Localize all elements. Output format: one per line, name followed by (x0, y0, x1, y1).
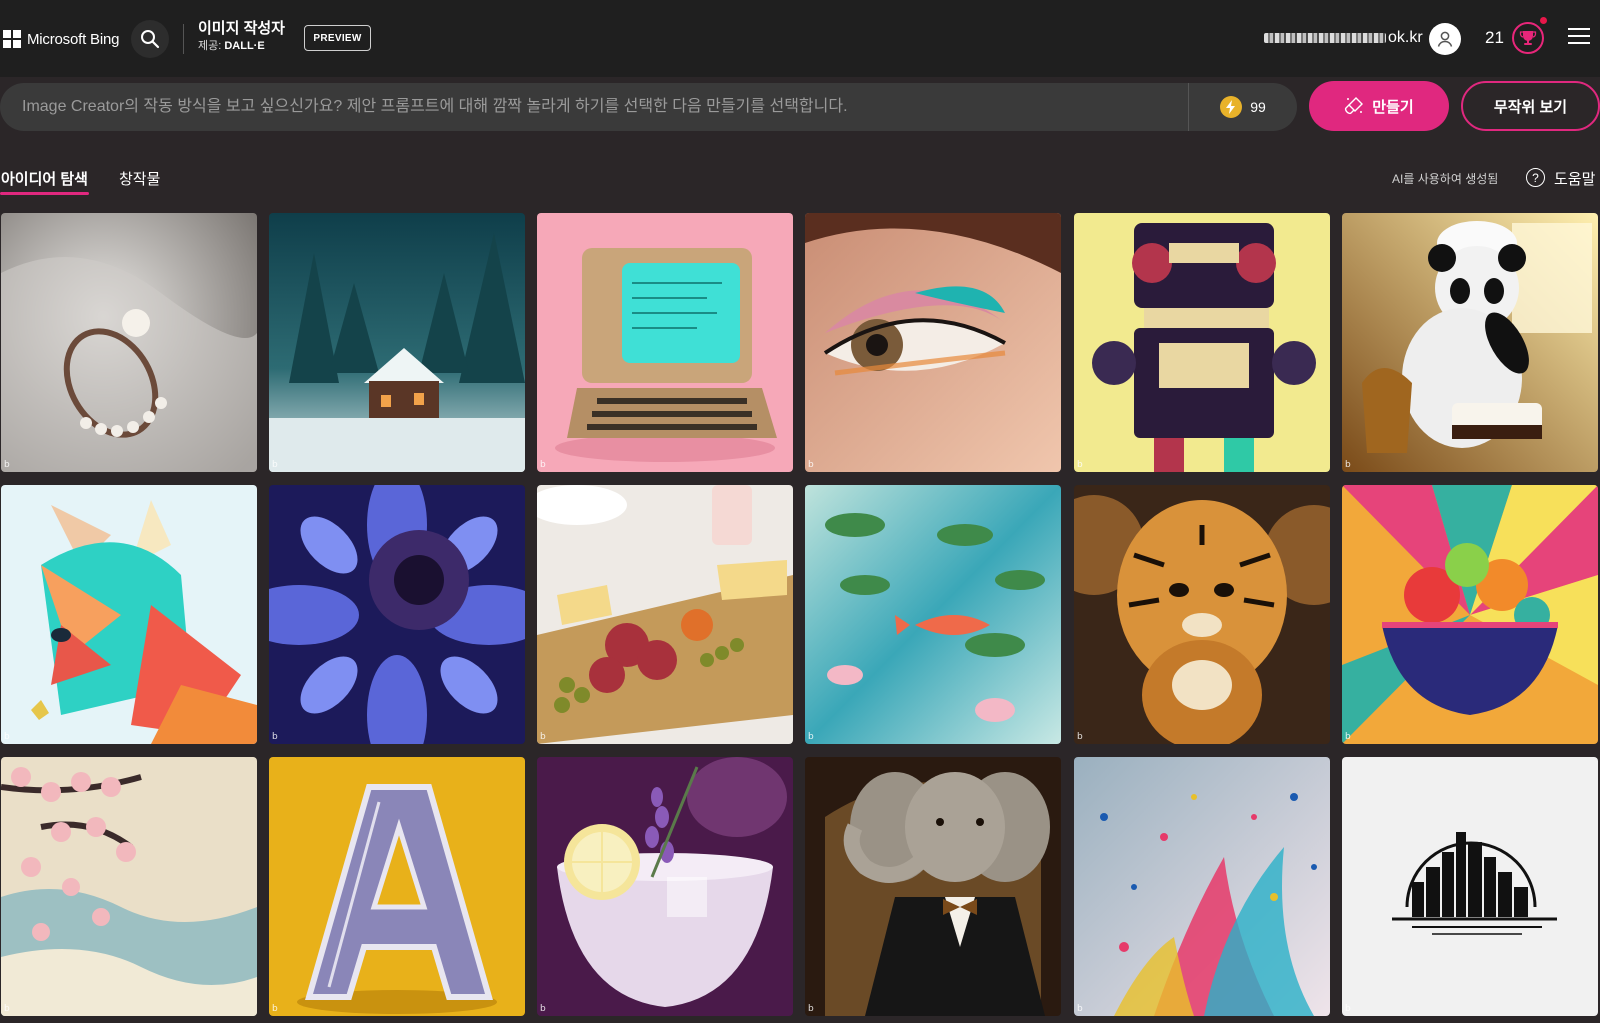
tab-explore-ideas[interactable]: 아이디어 탐색 (1, 168, 88, 189)
bing-watermark: b (4, 732, 10, 742)
bing-watermark: b (272, 732, 278, 742)
image-tile-skyline-logo[interactable]: b (1342, 757, 1598, 1016)
app-title: 이미지 작성자 (198, 20, 285, 37)
image-tile-eye-makeup[interactable]: b (805, 213, 1061, 472)
help-icon[interactable]: ? (1526, 168, 1545, 187)
create-button[interactable]: 만들기 (1309, 81, 1449, 131)
boost-lightning-icon (1220, 96, 1243, 118)
brand-name: Microsoft Bing (27, 30, 120, 48)
image-tile-pearl-ring[interactable]: b (1, 213, 257, 472)
bing-watermark: b (808, 732, 814, 742)
bing-watermark: b (540, 460, 546, 470)
image-tile-fruit-bowl[interactable]: b (1342, 485, 1598, 744)
app-title-block[interactable]: 이미지 작성자 제공: DALL·E (198, 20, 285, 54)
bing-watermark: b (540, 1004, 546, 1014)
user-email[interactable]: ok.kr (1264, 29, 1423, 47)
search-icon (141, 30, 160, 49)
boost-count: 99 (1250, 99, 1266, 115)
bing-watermark: b (808, 1004, 814, 1014)
magic-brush-icon (1345, 97, 1364, 115)
bing-watermark: b (272, 460, 278, 470)
active-tab-indicator (0, 192, 89, 195)
rewards-button[interactable] (1512, 22, 1544, 54)
bing-watermark: b (1345, 732, 1351, 742)
image-tile-snow-cabin[interactable]: b (269, 213, 525, 472)
surprise-me-button[interactable]: 무작위 보기 (1461, 81, 1600, 131)
person-icon (1437, 31, 1453, 47)
image-tile-koi-pond[interactable]: b (805, 485, 1061, 744)
microsoft-logo-icon (3, 30, 21, 48)
image-grid: b b b b b b b b b b b b b b b b b b (0, 0, 1600, 1023)
image-tile-cherry-blossom[interactable]: b (1, 757, 257, 1016)
create-button-label: 만들기 (1372, 98, 1414, 116)
hamburger-menu-icon[interactable] (1568, 28, 1590, 48)
avatar[interactable] (1429, 23, 1461, 55)
prompt-input[interactable] (0, 83, 1188, 131)
bing-watermark: b (808, 460, 814, 470)
image-tile-tiger-figures[interactable]: b (1074, 485, 1330, 744)
image-tile-chrome-letter-a[interactable]: b (269, 757, 525, 1016)
trophy-icon (1519, 31, 1537, 45)
bing-watermark: b (1077, 732, 1083, 742)
bing-watermark: b (540, 732, 546, 742)
bing-brand-link[interactable]: Microsoft Bing (3, 29, 119, 49)
bing-watermark: b (1077, 460, 1083, 470)
image-tile-elephant-suit[interactable]: b (805, 757, 1061, 1016)
image-tile-lavender-cocktail[interactable]: b (537, 757, 793, 1016)
redacted-email-mask (1264, 33, 1386, 43)
help-link[interactable]: 도움말 (1554, 168, 1595, 189)
prompt-bar: 99 (0, 83, 1297, 131)
image-tile-panda-chef[interactable]: b (1342, 213, 1598, 472)
header-divider (183, 24, 184, 54)
ai-generated-note: AI를 사용하여 생성됨 (1392, 172, 1499, 186)
image-tile-blue-dahlia[interactable]: b (269, 485, 525, 744)
bing-watermark: b (4, 1004, 10, 1014)
image-tile-retro-computer[interactable]: b (537, 213, 793, 472)
bing-watermark: b (4, 460, 10, 470)
subtitle-prefix: 제공: (198, 40, 225, 52)
bing-watermark: b (272, 1004, 278, 1014)
app-subtitle: 제공: DALL·E (198, 38, 285, 54)
top-header: Microsoft Bing 이미지 작성자 제공: DALL·E PREVIE… (0, 0, 1600, 77)
search-button[interactable] (131, 20, 169, 58)
bing-watermark: b (1345, 1004, 1351, 1014)
notification-dot (1540, 17, 1547, 24)
image-tile-robot[interactable]: b (1074, 213, 1330, 472)
user-email-visible: ok.kr (1388, 29, 1423, 46)
image-tile-paper-fox[interactable]: b (1, 485, 257, 744)
preview-badge: PREVIEW (304, 25, 371, 51)
subtitle-provider: DALL·E (224, 40, 265, 52)
tab-creations[interactable]: 창작물 (119, 168, 160, 189)
image-tile-charcuterie[interactable]: b (537, 485, 793, 744)
image-tile-paint-splash[interactable]: b (1074, 757, 1330, 1016)
bing-watermark: b (1345, 460, 1351, 470)
bing-watermark: b (1077, 1004, 1083, 1014)
rewards-points[interactable]: 21 (1485, 28, 1504, 48)
boost-counter[interactable]: 99 (1189, 96, 1297, 118)
